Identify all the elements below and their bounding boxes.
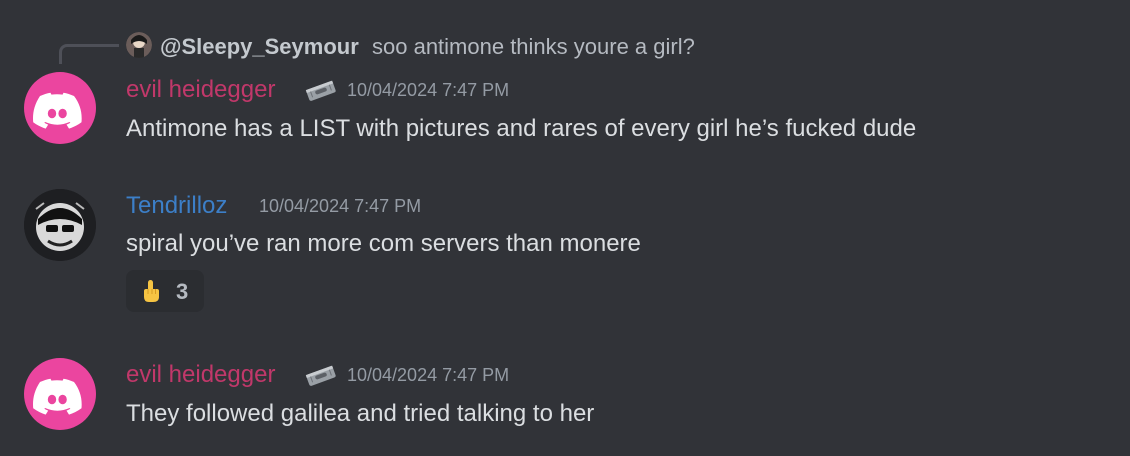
message-content: They followed galilea and tried talking … <box>126 400 595 427</box>
chat-message-list: @Sleepy_Seymour soo antimone thinks your… <box>0 0 1130 456</box>
discord-logo-avatar[interactable] <box>24 358 96 430</box>
message-content: spiral you’ve ran more com servers than … <box>126 230 641 257</box>
reaction-button[interactable]: 3 <box>126 270 204 312</box>
discord-logo-avatar[interactable] <box>24 72 96 144</box>
message-timestamp[interactable]: 10/04/2024 7:47 PM <box>347 80 509 101</box>
reply-connector-line <box>59 44 119 64</box>
reply-author-avatar[interactable] <box>126 32 152 58</box>
reply-preview-text[interactable]: soo antimone thinks youre a girl? <box>372 34 695 60</box>
razor-blade-icon <box>304 365 338 386</box>
message-content: Antimone has a LIST with pictures and ra… <box>126 115 917 142</box>
reply-author-name[interactable]: @Sleepy_Seymour <box>160 34 359 60</box>
message-timestamp[interactable]: 10/04/2024 7:47 PM <box>259 196 421 217</box>
message-author-name[interactable]: evil heidegger <box>126 361 275 389</box>
reaction-count: 3 <box>176 279 189 304</box>
message-author-name[interactable]: Tendrilloz <box>126 192 227 220</box>
discord-logo-icon <box>33 92 82 129</box>
discord-logo-icon <box>33 378 82 415</box>
razor-blade-icon <box>304 80 338 101</box>
pointing-up-hand-icon <box>138 278 164 304</box>
user-avatar[interactable] <box>24 189 96 261</box>
message-timestamp[interactable]: 10/04/2024 7:47 PM <box>347 365 509 386</box>
message-author-name[interactable]: evil heidegger <box>126 76 275 104</box>
